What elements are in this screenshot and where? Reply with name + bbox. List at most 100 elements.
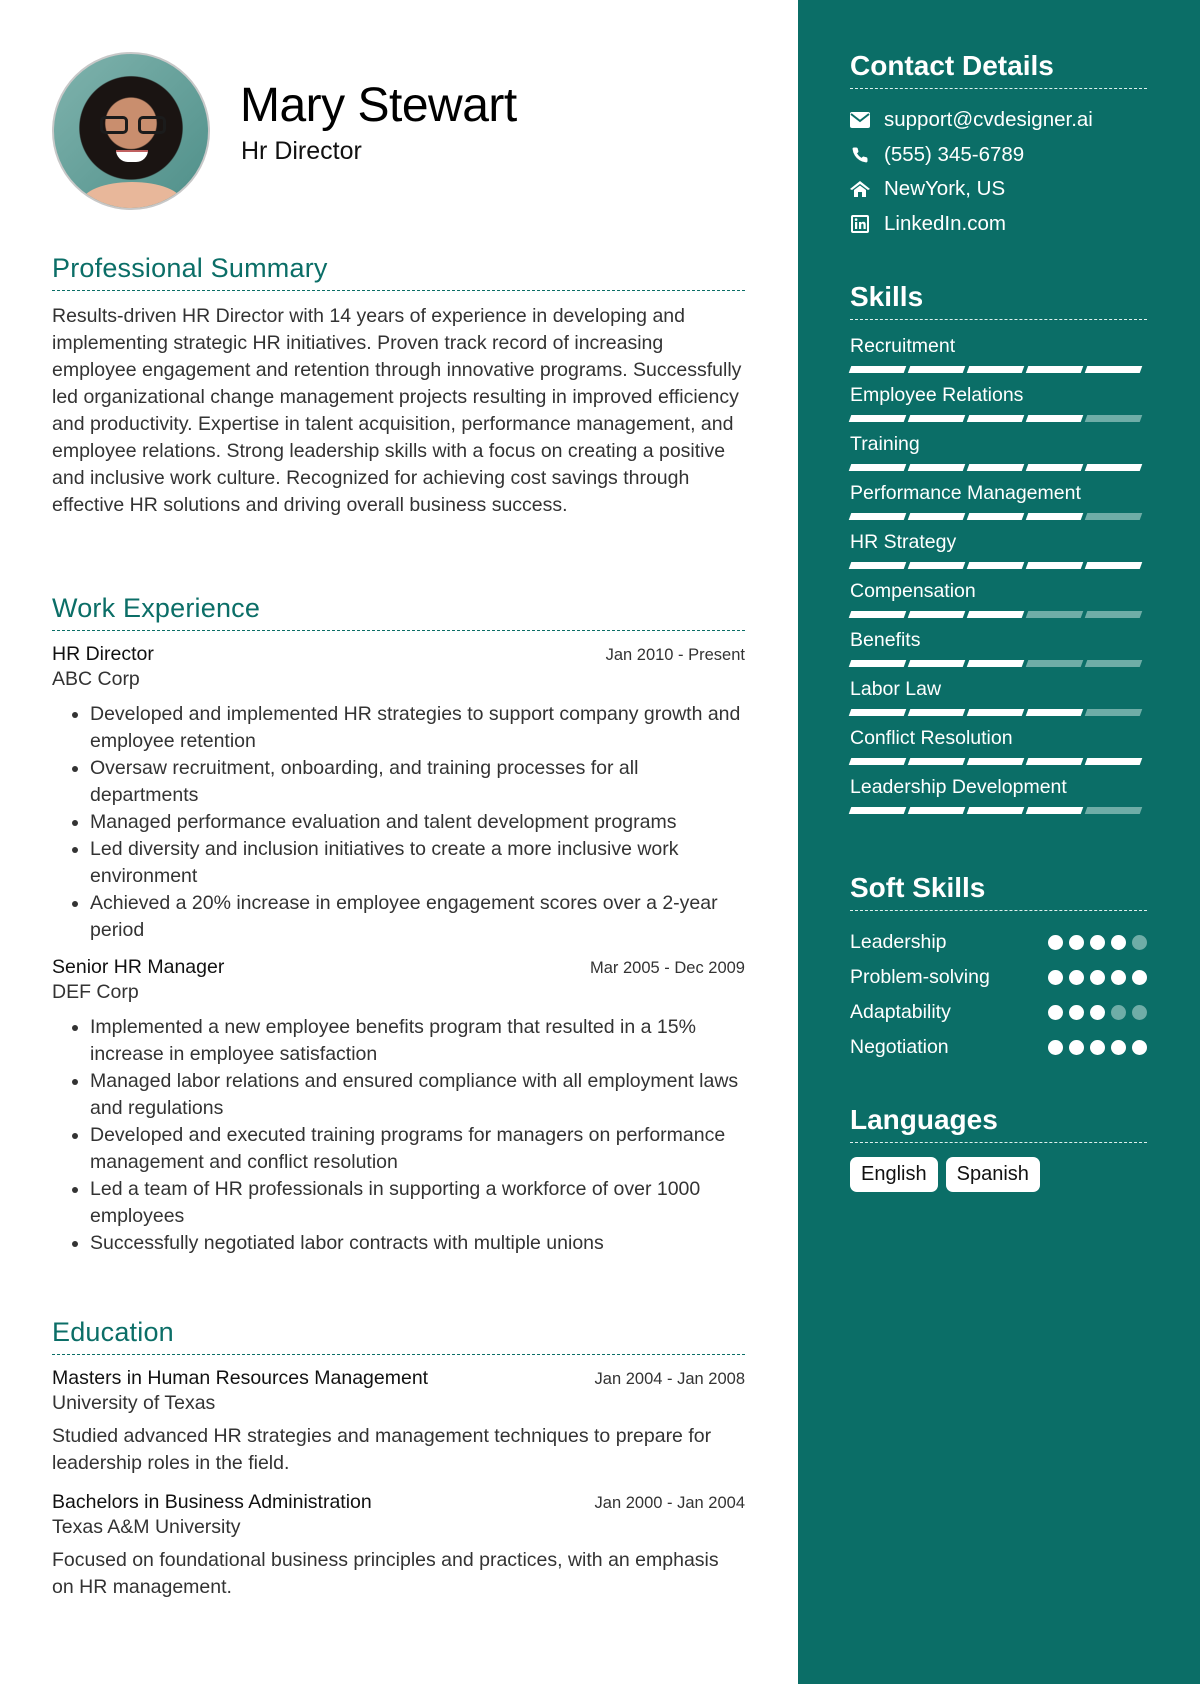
education-description: Focused on foundational business princip… [52, 1549, 719, 1598]
job-title: Senior HR Manager [52, 956, 225, 978]
education-entry: Masters in Human Resources Management Ja… [52, 1367, 745, 1477]
linkedin-icon [850, 214, 870, 234]
job-company: DEF Corp [52, 981, 139, 1003]
skill-segment-empty [1084, 513, 1143, 520]
skill-segment-filled [1025, 562, 1084, 569]
contact-phone[interactable]: (555) 345-6789 [850, 138, 1147, 173]
contact-section: Contact Details support@cvdesigner.ai (5… [850, 50, 1147, 241]
skill-segment-filled [848, 415, 907, 422]
soft-skills-heading: Soft Skills [850, 872, 1147, 911]
job-date: Mar 2005 - Dec 2009 [589, 959, 745, 977]
skill-level-bar [848, 513, 1147, 520]
skill-segment-filled [848, 758, 907, 765]
soft-skill-rating [1048, 1040, 1147, 1055]
languages-list: English Spanish [850, 1157, 1147, 1192]
skill-segment-filled [1084, 562, 1143, 569]
skill-item: HR Strategy [848, 530, 1147, 569]
rating-dot-empty [1111, 1005, 1126, 1020]
rating-dot-filled [1048, 1005, 1063, 1020]
rating-dot-filled [1090, 970, 1105, 985]
skill-name: Leadership Development [850, 776, 1067, 798]
skill-level-bar [848, 807, 1147, 814]
job-bullets: Developed and implemented HR strategies … [52, 701, 745, 944]
candidate-title: Hr Director [241, 137, 362, 165]
contact-email[interactable]: support@cvdesigner.ai [850, 103, 1147, 138]
job-bullet: Oversaw recruitment, onboarding, and tra… [90, 755, 745, 809]
job-entry: Senior HR Manager Mar 2005 - Dec 2009 DE… [52, 956, 745, 1257]
envelope-icon [850, 110, 870, 130]
skill-segment-filled [848, 660, 907, 667]
skill-segment-filled [966, 513, 1025, 520]
education-entry: Bachelors in Business Administration Jan… [52, 1491, 745, 1601]
skill-segment-filled [1025, 709, 1084, 716]
rating-dot-empty [1132, 935, 1147, 950]
contact-linkedin-text: LinkedIn.com [884, 211, 1006, 235]
skill-item: Benefits [848, 628, 1147, 667]
skill-segment-filled [848, 709, 907, 716]
skill-segment-filled [1025, 415, 1084, 422]
skill-segment-filled [848, 366, 907, 373]
skill-segment-filled [907, 513, 966, 520]
soft-skill-item: Adaptability [850, 995, 1147, 1030]
skill-segment-empty [1025, 660, 1084, 667]
main-column: Mary Stewart Hr Director Professional Su… [0, 0, 798, 1684]
skill-segment-filled [907, 709, 966, 716]
skill-segment-filled [1084, 464, 1143, 471]
skill-name: Recruitment [850, 335, 956, 357]
skill-segment-empty [1084, 660, 1143, 667]
skill-level-bar [848, 709, 1147, 716]
avatar-shoulders [82, 182, 182, 208]
soft-skill-rating [1048, 1005, 1147, 1020]
soft-skills-section: Soft Skills Leadership Problem-solving Ada… [850, 872, 1147, 1065]
soft-skill-name: Negotiation [850, 1036, 949, 1058]
skills-heading: Skills [850, 281, 1147, 320]
skill-segment-empty [1084, 709, 1143, 716]
soft-skill-item: Leadership [850, 925, 1147, 960]
contact-location-text: NewYork, US [884, 177, 1006, 201]
skill-name: HR Strategy [850, 531, 957, 553]
degree-title: Bachelors in Business Administration [52, 1491, 372, 1513]
job-bullet: Led diversity and inclusion initiatives … [90, 836, 745, 890]
contact-linkedin[interactable]: LinkedIn.com [850, 207, 1147, 242]
skill-segment-filled [966, 807, 1025, 814]
education-date: Jan 2004 - Jan 2008 [594, 1370, 745, 1388]
skill-segment-filled [907, 562, 966, 569]
contact-phone-text: (555) 345-6789 [884, 142, 1025, 166]
job-bullet: Developed and executed training programs… [90, 1122, 745, 1176]
soft-skill-rating [1048, 970, 1147, 985]
soft-skill-name: Problem-solving [850, 966, 990, 988]
skill-name: Labor Law [850, 678, 942, 700]
summary-section: Professional Summary Results-driven HR D… [52, 253, 745, 519]
skill-name: Performance Management [850, 482, 1081, 504]
job-bullet: Managed performance evaluation and talen… [90, 809, 745, 836]
skill-item: Labor Law [848, 677, 1147, 716]
job-entry: HR Director Jan 2010 - Present ABC Corp … [52, 643, 745, 944]
skill-segment-empty [1084, 415, 1143, 422]
skill-segment-filled [848, 807, 907, 814]
rating-dot-filled [1111, 935, 1126, 950]
rating-dot-filled [1048, 935, 1063, 950]
rating-dot-filled [1069, 935, 1084, 950]
skill-segment-filled [1025, 807, 1084, 814]
skill-item: Leadership Development [848, 775, 1147, 814]
phone-icon [850, 145, 870, 165]
degree-title: Masters in Human Resources Management [52, 1367, 429, 1389]
rating-dot-filled [1090, 1040, 1105, 1055]
skill-name: Training [850, 433, 920, 455]
soft-skill-item: Negotiation [850, 1030, 1147, 1065]
rating-dot-filled [1048, 970, 1063, 985]
rating-dot-filled [1090, 1005, 1105, 1020]
language-tag: English [850, 1157, 938, 1192]
summary-heading: Professional Summary [52, 253, 745, 291]
skill-item: Conflict Resolution [848, 726, 1147, 765]
contact-location: NewYork, US [850, 172, 1147, 207]
skill-item: Training [848, 432, 1147, 471]
skill-level-bar [848, 366, 1147, 373]
skill-name: Employee Relations [850, 384, 1024, 406]
rating-dot-filled [1132, 970, 1147, 985]
sidebar: Contact Details support@cvdesigner.ai (5… [798, 0, 1200, 1684]
skill-level-bar [848, 758, 1147, 765]
avatar-glasses [100, 116, 166, 134]
skill-segment-empty [1084, 807, 1143, 814]
skill-item: Performance Management [848, 481, 1147, 520]
